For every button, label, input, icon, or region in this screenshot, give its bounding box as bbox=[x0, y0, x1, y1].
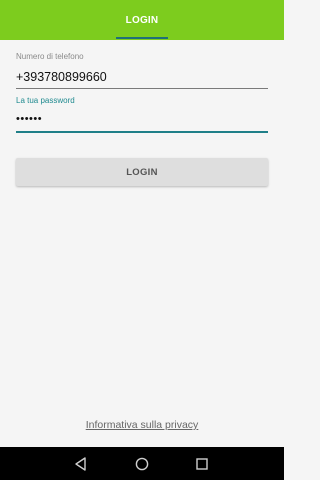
privacy-link[interactable]: Informativa sulla privacy bbox=[0, 419, 284, 431]
phone-label: Numero di telefono bbox=[16, 52, 84, 61]
tab-indicator bbox=[116, 37, 168, 39]
phone-input[interactable]: +393780899660 bbox=[16, 70, 107, 84]
login-screen: LOGIN Numero di telefono +393780899660 L… bbox=[0, 0, 284, 480]
home-icon[interactable] bbox=[133, 455, 151, 473]
password-underline bbox=[16, 131, 268, 133]
login-button[interactable]: LOGIN bbox=[16, 158, 268, 186]
back-icon[interactable] bbox=[72, 455, 90, 473]
system-nav-bar bbox=[0, 447, 284, 480]
password-input[interactable]: •••••• bbox=[16, 113, 42, 125]
tab-login[interactable]: LOGIN bbox=[116, 0, 168, 40]
app-bar: LOGIN bbox=[0, 0, 284, 40]
phone-underline bbox=[16, 88, 268, 89]
password-label: La tua password bbox=[16, 96, 75, 105]
recents-icon[interactable] bbox=[193, 455, 211, 473]
